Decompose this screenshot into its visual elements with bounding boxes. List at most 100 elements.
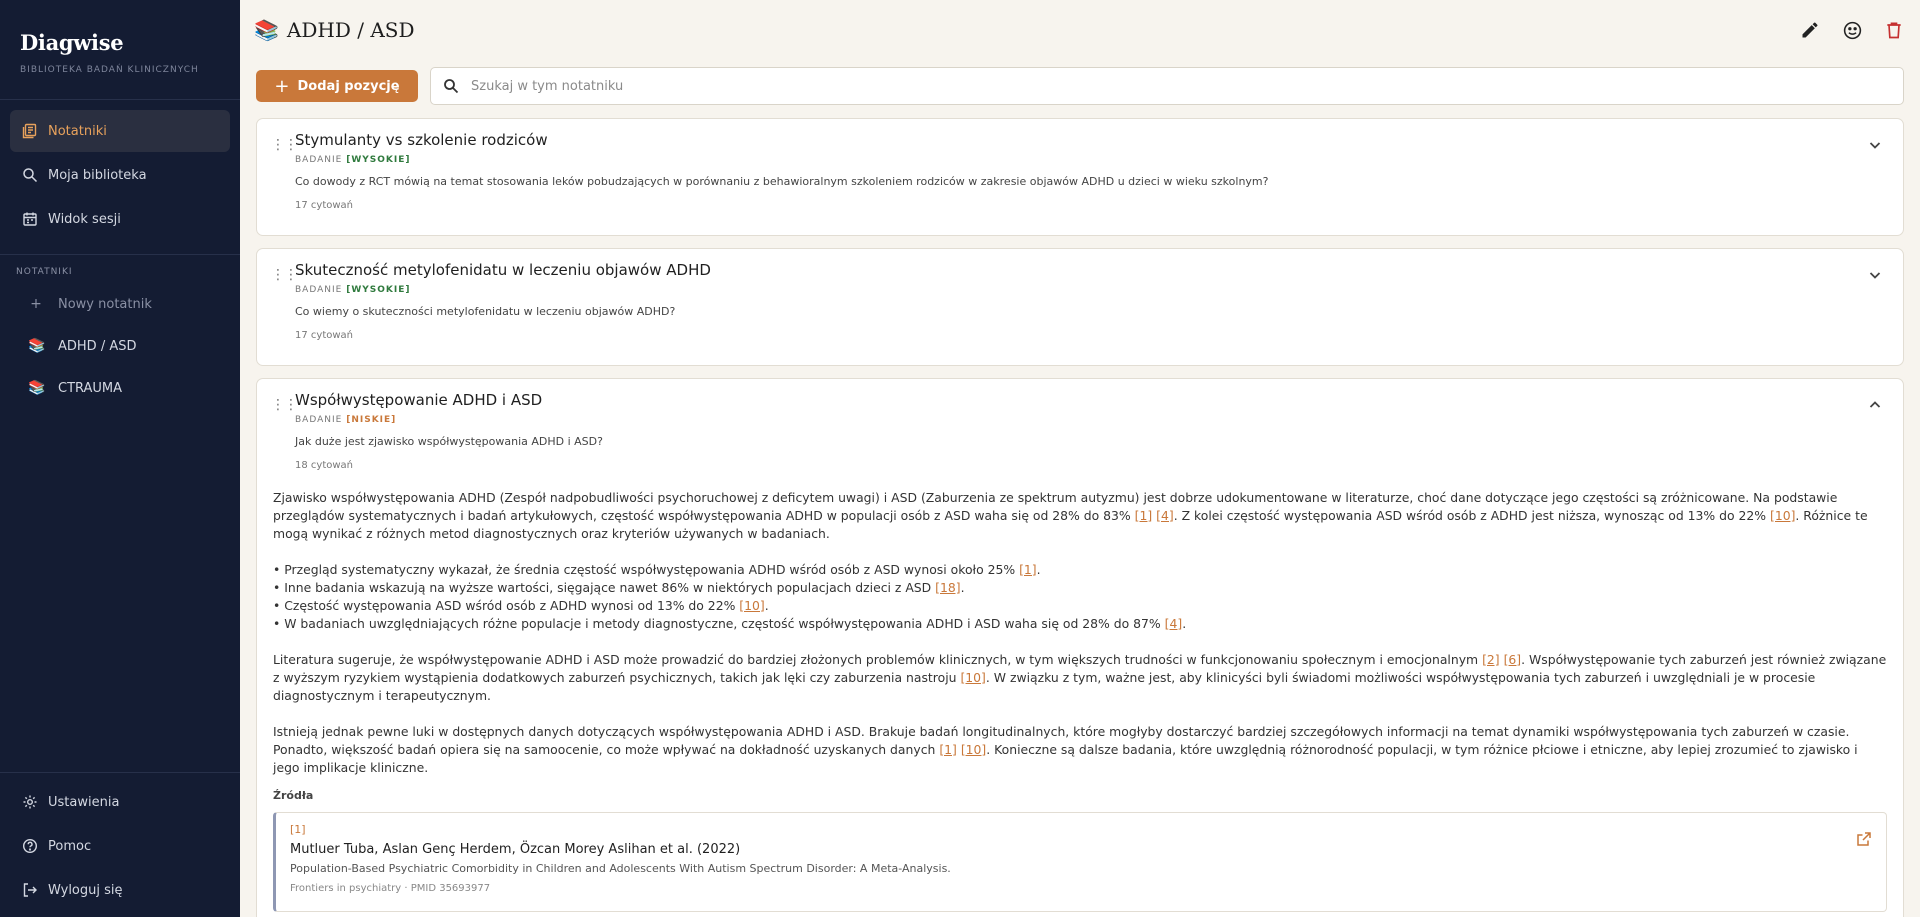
card-title: Stymulanty vs szkolenie rodziców	[295, 131, 548, 149]
source-authors: Mutluer Tuba, Aslan Genç Herdem, Özcan M…	[290, 842, 741, 857]
card-header: Współwystępowanie ADHD i ASD BADANIE [NI…	[257, 379, 1903, 471]
bullet: • W badaniach uwzględniających różne pop…	[273, 616, 1187, 631]
research-card[interactable]: ⋮⋮ Stymulanty vs szkolenie rodziców BADA…	[256, 118, 1904, 236]
drag-handle-icon[interactable]: ⋮⋮	[271, 267, 298, 283]
card-title: Skuteczność metylofenidatu w leczeniu ob…	[295, 261, 711, 279]
nav-item-label: Widok sesji	[48, 211, 121, 227]
card-question: Jak duże jest zjawisko współwystępowania…	[295, 435, 603, 448]
nav-item-label: Moja biblioteka	[48, 167, 147, 183]
search-icon	[22, 167, 38, 183]
sources-heading: Źródła	[273, 789, 314, 802]
citation-count: 17 cytowań	[295, 330, 354, 341]
card-type: BADANIE	[295, 155, 343, 165]
notebook-item-adhd-asd[interactable]: 📚 ADHD / ASD	[0, 325, 240, 367]
citation-link[interactable]: [1]	[1019, 562, 1037, 577]
books-icon: 📚	[28, 338, 46, 354]
calendar-icon	[22, 211, 38, 227]
answer-paragraph: Istnieją jednak pewne luki w dostępnych …	[273, 723, 1887, 777]
citation-link[interactable]: [1]	[1135, 508, 1153, 523]
text: • W badaniach uwzględniających różne pop…	[273, 616, 1165, 631]
nav-item-widok-sesji[interactable]: Widok sesji	[10, 198, 230, 240]
notebook-label: ADHD / ASD	[58, 338, 137, 354]
citation-link[interactable]: [10]	[961, 742, 986, 757]
evidence-level-badge: [NISKIE]	[346, 415, 397, 425]
toolbar: + Dodaj pozycję	[256, 67, 1904, 105]
source-card[interactable]: [1] Mutluer Tuba, Aslan Genç Herdem, Özc…	[273, 812, 1887, 912]
source-title: Population-Based Psychiatric Comorbidity…	[290, 862, 951, 875]
bullet: • Częstość występowania ASD wśród osób z…	[273, 598, 769, 613]
chevron-down-icon[interactable]	[1867, 137, 1883, 153]
citation-link[interactable]: [1]	[939, 742, 957, 757]
citation-count: 17 cytowań	[295, 200, 354, 211]
edit-icon[interactable]	[1798, 18, 1822, 42]
nav-item-moja-biblioteka[interactable]: Moja biblioteka	[10, 154, 230, 196]
research-card[interactable]: ⋮⋮ Skuteczność metylofenidatu w leczeniu…	[256, 248, 1904, 366]
brand: Diagwise BIBLIOTEKA BADAŃ KLINICZNYCH	[0, 0, 240, 100]
app-subtitle: BIBLIOTEKA BADAŃ KLINICZNYCH	[20, 65, 199, 75]
citation-link[interactable]: [2]	[1482, 652, 1500, 667]
card-meta: BADANIE [NISKIE]	[295, 415, 1903, 425]
new-notebook-button[interactable]: + Nowy notatnik	[0, 283, 240, 325]
research-card-expanded[interactable]: ⋮⋮ Współwystępowanie ADHD i ASD BADANIE …	[256, 378, 1904, 917]
page-header: 📚 ADHD / ASD	[254, 14, 1906, 46]
external-link-icon[interactable]	[1856, 831, 1872, 847]
bullet: • Przegląd systematyczny wykazał, że śre…	[273, 562, 1041, 577]
search-input[interactable]	[471, 78, 1891, 94]
nav-item-pomoc[interactable]: Pomoc	[10, 825, 230, 867]
notebook-item-ctrauma[interactable]: 📚 CTRAUMA	[0, 367, 240, 409]
gear-icon	[22, 794, 38, 810]
header-actions	[1798, 18, 1906, 42]
answer-paragraph: Zjawisko współwystępowania ADHD (Zespół …	[273, 489, 1887, 543]
card-header: Stymulanty vs szkolenie rodziców BADANIE…	[257, 119, 1903, 211]
main-content: 📚 ADHD / ASD + Dodaj pozycję ⋮⋮	[240, 0, 1920, 917]
plus-icon: +	[30, 296, 42, 312]
answer-bullets: • Przegląd systematyczny wykazał, że śre…	[273, 561, 1887, 633]
evidence-level-badge: [WYSOKIE]	[346, 285, 411, 295]
sidebar: Diagwise BIBLIOTEKA BADAŃ KLINICZNYCH No…	[0, 0, 240, 917]
source-number: [1]	[290, 823, 306, 836]
plus-icon: +	[274, 75, 290, 97]
drag-handle-icon[interactable]: ⋮⋮	[271, 397, 298, 413]
books-icon: 📚	[254, 18, 279, 42]
notebooks-section-label: NOTATNIKI	[16, 267, 73, 277]
card-type: BADANIE	[295, 415, 343, 425]
chevron-down-icon[interactable]	[1867, 267, 1883, 283]
text: . Z kolei częstość występowania ASD wśró…	[1173, 508, 1770, 523]
nav-item-wyloguj[interactable]: Wyloguj się	[10, 869, 230, 911]
evidence-level-badge: [WYSOKIE]	[346, 155, 411, 165]
nav-item-notatniki[interactable]: Notatniki	[10, 110, 230, 152]
card-meta: BADANIE [WYSOKIE]	[295, 285, 1903, 295]
sidebar-bottom-nav: Ustawienia Pomoc Wyloguj się	[0, 772, 240, 917]
card-header: Skuteczność metylofenidatu w leczeniu ob…	[257, 249, 1903, 341]
delete-icon[interactable]	[1882, 18, 1906, 42]
text: Literatura sugeruje, że współwystępowani…	[273, 652, 1483, 667]
nav-item-label: Pomoc	[48, 838, 92, 854]
app-logo-text: Diagwise	[20, 30, 124, 55]
citation-link[interactable]: [10]	[960, 670, 985, 685]
nav-item-label: Notatniki	[48, 123, 107, 139]
citation-link[interactable]: [10]	[1770, 508, 1795, 523]
chevron-up-icon[interactable]	[1867, 397, 1883, 413]
source-journal: Frontiers in psychiatry · PMID 35693977	[290, 883, 491, 894]
card-meta: BADANIE [WYSOKIE]	[295, 155, 1903, 165]
nav-item-ustawienia[interactable]: Ustawienia	[10, 781, 230, 823]
emoji-icon[interactable]	[1840, 18, 1864, 42]
add-item-label: Dodaj pozycję	[297, 78, 400, 94]
citation-link[interactable]: [6]	[1504, 652, 1522, 667]
citation-link[interactable]: [18]	[935, 580, 960, 595]
citation-link[interactable]: [4]	[1165, 616, 1183, 631]
card-question: Co wiemy o skuteczności metylofenidatu w…	[295, 305, 676, 318]
notebook-label: CTRAUMA	[58, 380, 123, 396]
drag-handle-icon[interactable]: ⋮⋮	[271, 137, 298, 153]
add-item-button[interactable]: + Dodaj pozycję	[256, 70, 418, 102]
help-icon	[22, 838, 38, 854]
citation-link[interactable]: [10]	[739, 598, 764, 613]
card-type: BADANIE	[295, 285, 343, 295]
logout-icon	[22, 882, 38, 898]
bullet: • Inne badania wskazują na wyższe wartoś…	[273, 580, 965, 595]
search-icon	[443, 78, 459, 94]
books-icon: 📚	[28, 380, 46, 396]
citation-link[interactable]: [4]	[1156, 508, 1174, 523]
card-question: Co dowody z RCT mówią na temat stosowani…	[295, 175, 1269, 188]
notebooks-icon	[22, 123, 38, 139]
